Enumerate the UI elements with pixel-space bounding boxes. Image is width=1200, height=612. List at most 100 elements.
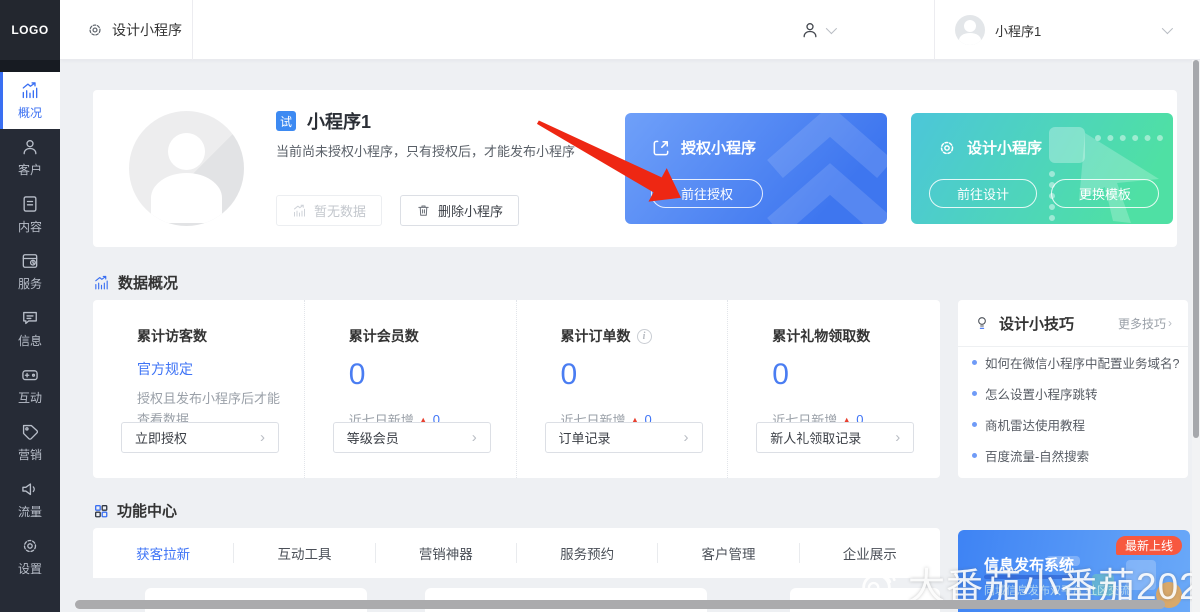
section-title: 数据概况: [118, 272, 178, 293]
button-label: 新人礼领取记录: [770, 428, 861, 447]
sidebar-item-content[interactable]: 内容: [0, 186, 60, 243]
official-rules-link[interactable]: 官方规定: [137, 359, 304, 379]
sidebar-label: 服务: [18, 275, 42, 292]
sidebar-label: 概况: [18, 104, 42, 121]
stat-value: 0: [349, 360, 516, 390]
go-design-button[interactable]: 前往设计: [929, 179, 1037, 208]
delete-label: 删除小程序: [438, 201, 503, 220]
sidebar-item-overview[interactable]: 概况: [0, 72, 60, 129]
message-icon: [20, 308, 40, 328]
sidebar-item-traffic[interactable]: 流量: [0, 471, 60, 528]
tab-service-booking[interactable]: 服务预约: [517, 543, 658, 563]
horizontal-scrollbar-thumb[interactable]: [75, 600, 1165, 609]
stat-members: 累计会员数 0 近七日新增 ▲ 0 等级会员 ›: [305, 300, 517, 478]
stat-visitors: 累计访客数 官方规定 授权且发布小程序后才能 查看数据 立即授权 ›: [93, 300, 305, 478]
gear-icon: [86, 21, 104, 39]
vertical-scrollbar-thumb[interactable]: [1193, 60, 1199, 438]
sidebar-label: 流量: [18, 503, 42, 520]
bullet-icon: [972, 453, 977, 458]
app-title-label: 设计小程序: [112, 20, 182, 40]
avatar: [955, 15, 985, 45]
button-label: 等级会员: [347, 428, 399, 447]
data-overview-header: 数据概况: [93, 272, 178, 293]
authorize-miniapp-card[interactable]: 授权小程序 前往授权: [625, 113, 887, 224]
stats-card: 累计访客数 官方规定 授权且发布小程序后才能 查看数据 立即授权 › 累计会员数…: [93, 300, 940, 478]
sidebar-item-messages[interactable]: 信息: [0, 300, 60, 357]
tab-customer-management[interactable]: 客户管理: [658, 543, 799, 563]
authorize-now-button[interactable]: 立即授权 ›: [121, 422, 279, 453]
service-box-icon: [20, 251, 40, 271]
miniapp-overview-card: 试 小程序1 当前尚未授权小程序，只有授权后，才能发布小程序 暂无数据 删除小程…: [93, 90, 1177, 247]
account-switcher[interactable]: 小程序1: [955, 0, 1170, 60]
miniapp-name: 小程序1: [307, 108, 371, 134]
person-icon: [20, 137, 40, 157]
chart-icon: [292, 203, 307, 218]
user-menu[interactable]: [800, 0, 834, 60]
sidebar-label: 营销: [18, 446, 42, 463]
header-divider: [934, 0, 935, 60]
chart-icon: [20, 80, 40, 100]
tip-text: 百度流量-自然搜索: [985, 446, 1089, 465]
feature-tabs-card: 获客拉新 互动工具 营销神器 服务预约 客户管理 企业展示: [93, 528, 940, 578]
sidebar-item-customers[interactable]: 客户: [0, 129, 60, 186]
stat-label: 累计订单数: [561, 326, 631, 346]
sidebar-item-marketing[interactable]: 营销: [0, 414, 60, 471]
bullet-icon: [972, 391, 977, 396]
stat-desc-line1: 授权且发布小程序后才能: [137, 391, 280, 406]
sidebar-label: 互动: [18, 389, 42, 406]
tab-acquire-customers[interactable]: 获客拉新: [93, 543, 234, 563]
go-authorize-button[interactable]: 前往授权: [651, 179, 763, 208]
bullet-icon: [972, 360, 977, 365]
sidebar-label: 内容: [18, 218, 42, 235]
megaphone-icon: [20, 479, 40, 499]
lightbulb-icon: [974, 315, 990, 331]
chevron-down-icon: [1162, 23, 1173, 34]
newcomer-gift-records-button[interactable]: 新人礼领取记录 ›: [756, 422, 914, 453]
design-miniapp-card[interactable]: 设计小程序 前往设计 更换模板: [911, 113, 1173, 224]
info-icon[interactable]: i: [637, 329, 652, 344]
stat-gifts: 累计礼物领取数 0 近七日新增 ▲ 0 新人礼领取记录 ›: [728, 300, 940, 478]
sidebar-label: 信息: [18, 332, 42, 349]
sidebar-item-settings[interactable]: 设置: [0, 528, 60, 585]
chevron-right-icon: ›: [260, 429, 265, 446]
tip-link[interactable]: 百度流量-自然搜索: [958, 440, 1188, 471]
member-levels-button[interactable]: 等级会员 ›: [333, 422, 491, 453]
chart-icon: [93, 274, 110, 291]
sidebar-label: 设置: [18, 560, 42, 577]
stat-value: 0: [561, 360, 728, 390]
sidebar: 概况 客户 内容 服务 信息 互动 营销: [0, 60, 60, 612]
tip-link[interactable]: 商机雷达使用教程: [958, 409, 1188, 440]
order-records-button[interactable]: 订单记录 ›: [545, 422, 703, 453]
chevron-right-icon: ›: [684, 429, 689, 446]
tag-icon: [20, 422, 40, 442]
trash-icon: [416, 203, 431, 218]
tips-title: 设计小技巧: [999, 313, 1074, 334]
chevron-right-icon: ›: [895, 429, 900, 446]
tip-link[interactable]: 如何在微信小程序中配置业务域名?: [958, 347, 1188, 378]
sidebar-item-services[interactable]: 服务: [0, 243, 60, 300]
miniapp-avatar: [129, 111, 244, 226]
tip-link[interactable]: 怎么设置小程序跳转: [958, 378, 1188, 409]
sidebar-label: 客户: [18, 161, 42, 178]
no-data-button[interactable]: 暂无数据: [276, 195, 382, 226]
top-header: 设计小程序 小程序1: [60, 0, 1200, 60]
stat-orders: 累计订单数 i 0 近七日新增 ▲ 0 订单记录 ›: [517, 300, 729, 478]
design-title: 设计小程序: [967, 137, 1042, 158]
tab-marketing-tools[interactable]: 营销神器: [376, 543, 517, 563]
tab-company-showcase[interactable]: 企业展示: [800, 543, 940, 563]
button-label: 订单记录: [559, 428, 611, 447]
tab-interaction-tools[interactable]: 互动工具: [234, 543, 375, 563]
sidebar-item-interaction[interactable]: 互动: [0, 357, 60, 414]
app-title: 设计小程序: [60, 0, 193, 60]
miniapp-desc: 当前尚未授权小程序，只有授权后，才能发布小程序: [276, 141, 575, 160]
logo: LOGO: [0, 0, 60, 60]
chevron-right-icon: ›: [472, 429, 477, 446]
change-template-button[interactable]: 更换模板: [1051, 179, 1159, 208]
delete-miniapp-button[interactable]: 删除小程序: [400, 195, 519, 226]
vertical-scrollbar[interactable]: [1192, 60, 1200, 612]
design-tips-panel: 设计小技巧 更多技巧 › 如何在微信小程序中配置业务域名? 怎么设置小程序跳转 …: [958, 300, 1188, 478]
more-tips-link[interactable]: 更多技巧 ›: [1118, 315, 1172, 332]
bullet-icon: [972, 422, 977, 427]
gear-icon: [20, 536, 40, 556]
stat-value: 0: [772, 360, 940, 390]
